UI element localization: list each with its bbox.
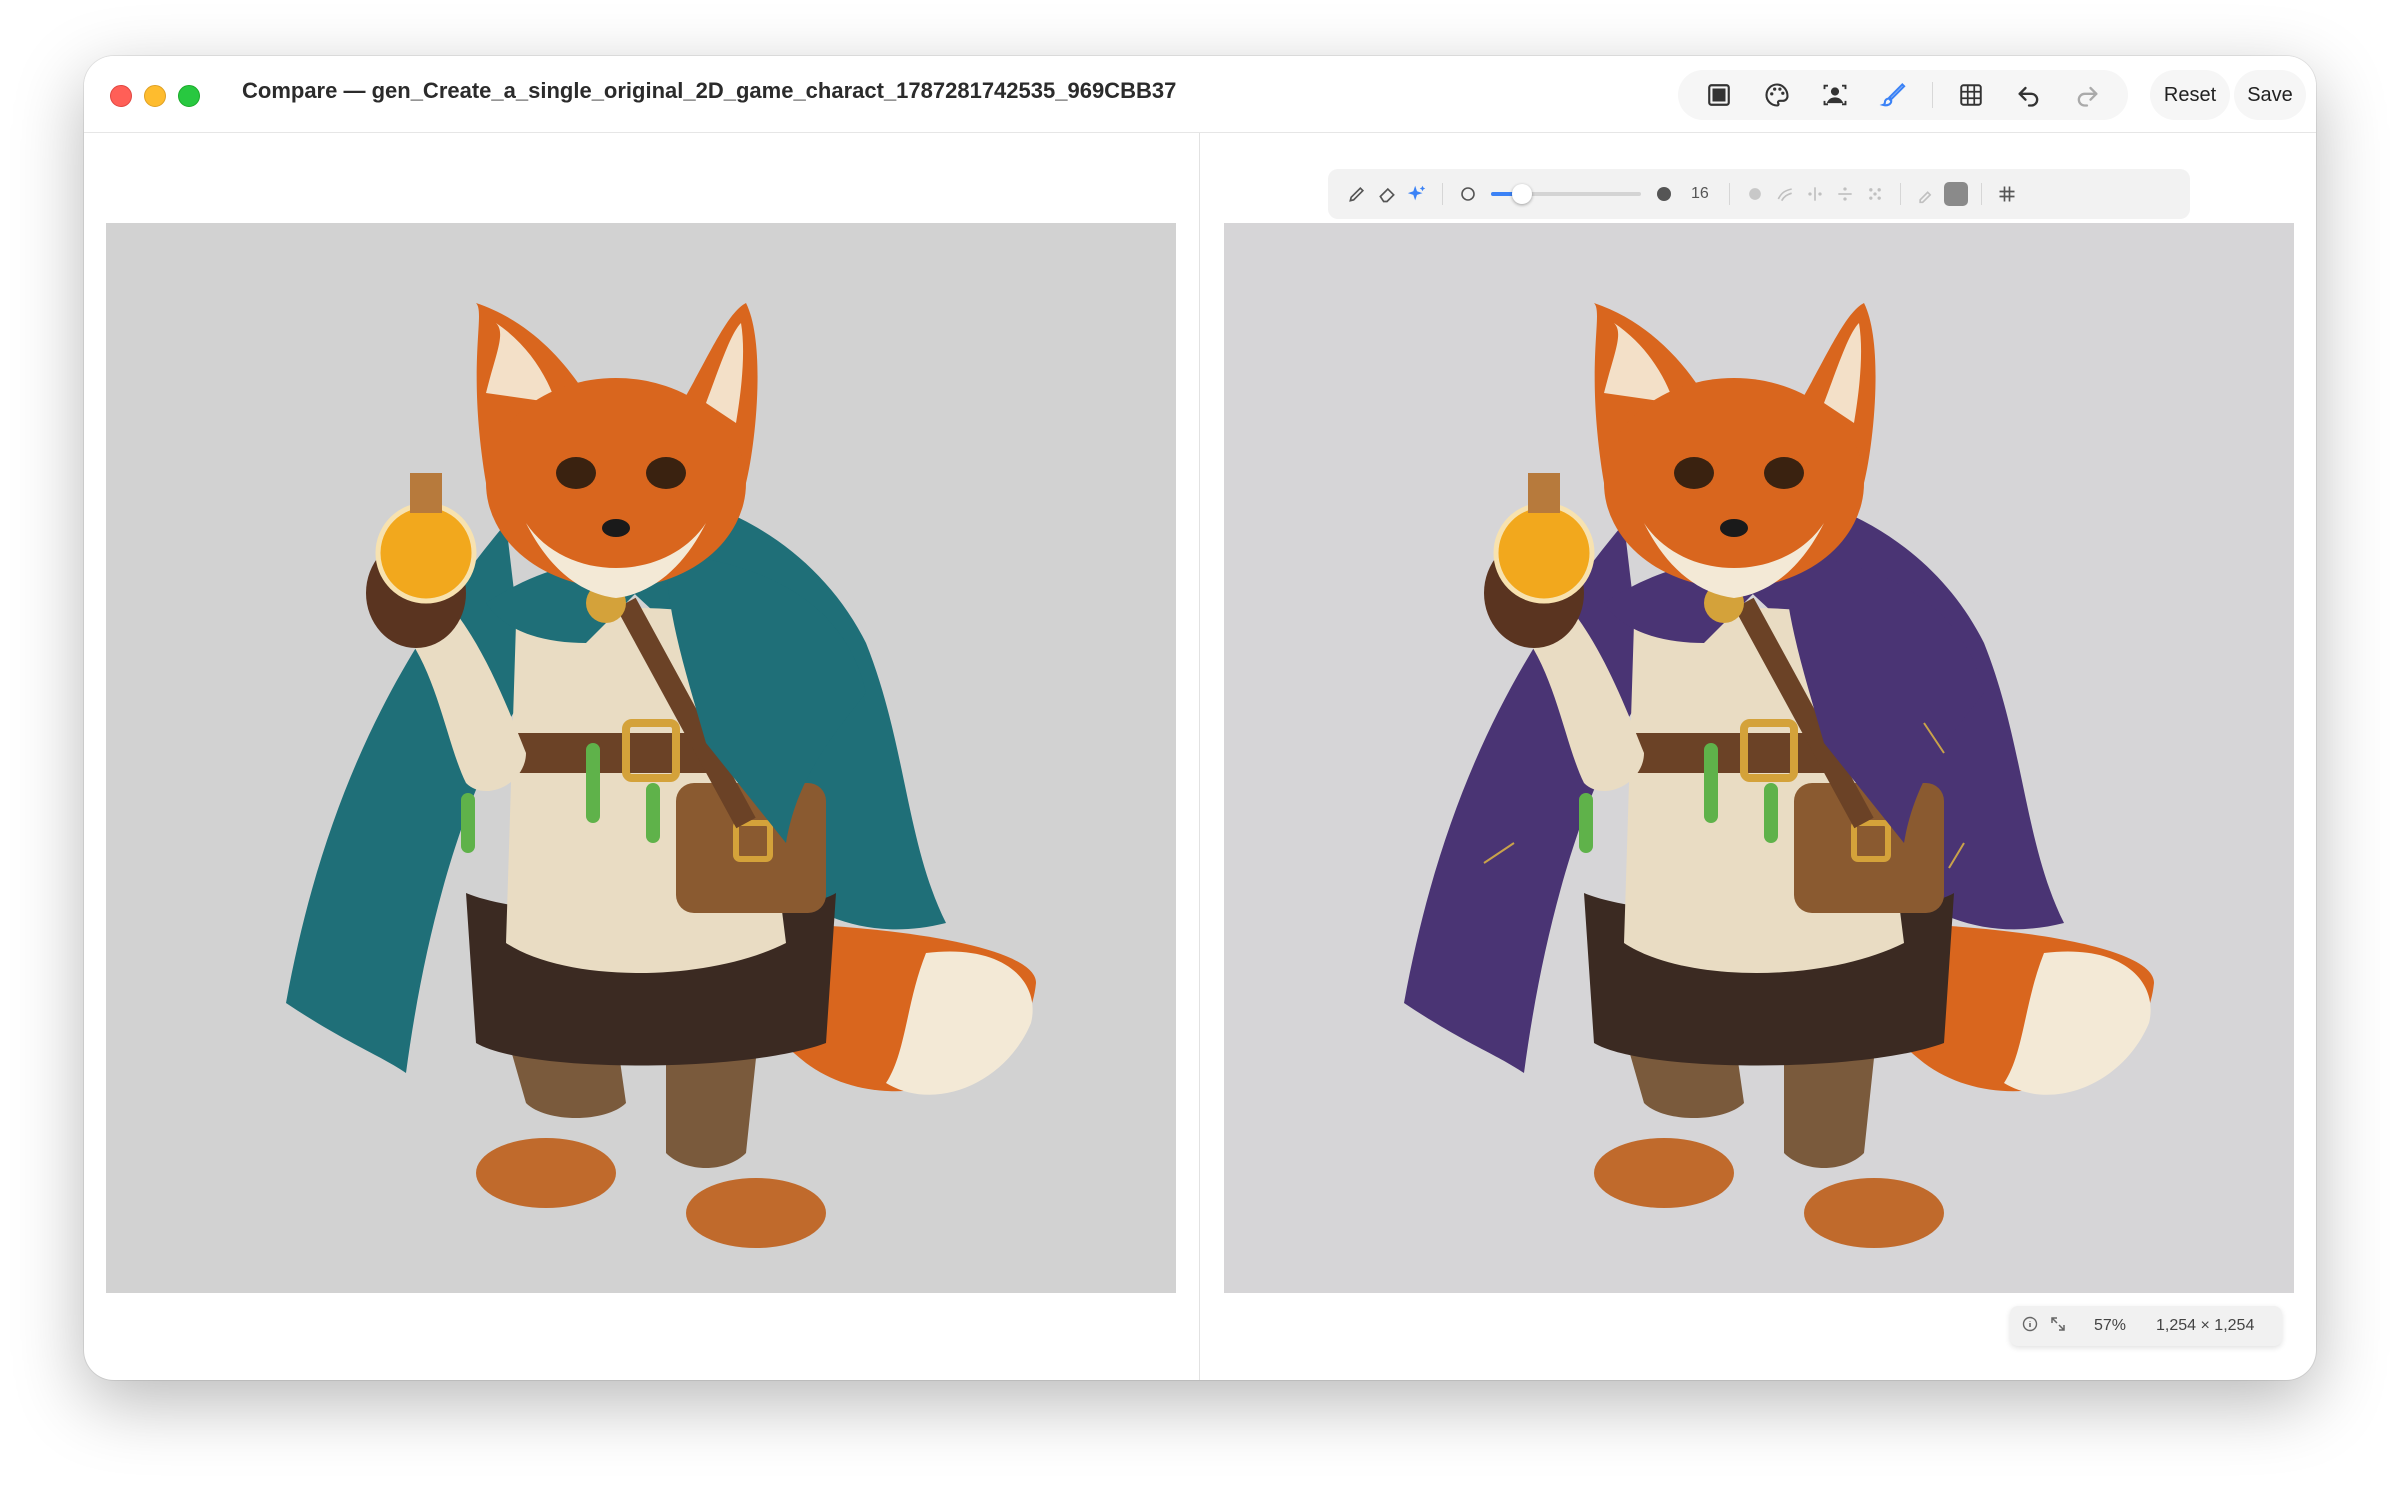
fox-character-teal-cloak (106, 223, 1176, 1293)
undo-icon (2018, 86, 2039, 107)
reset-button[interactable]: Reset (2150, 70, 2230, 120)
redo-button[interactable] (2067, 75, 2107, 115)
brush-size-value: 16 (1691, 185, 1709, 202)
title-bar: Compare — gen_Create_a_single_original_2… (84, 56, 2316, 133)
small-brush-size[interactable] (1453, 179, 1483, 209)
magic-tool[interactable] (1402, 179, 1432, 209)
pencil-tool[interactable] (1342, 179, 1372, 209)
mirror-horizontal-tool[interactable] (1800, 179, 1830, 209)
large-brush-size[interactable] (1649, 179, 1679, 209)
info-icon[interactable] (2022, 1316, 2038, 1337)
undo-button[interactable] (2009, 75, 2049, 115)
slider-knob[interactable] (1511, 184, 1532, 204)
small-circle-icon (1461, 187, 1475, 201)
tool-separator (1442, 183, 1443, 205)
eraser-tool[interactable] (1372, 179, 1402, 209)
scatter-tool[interactable] (1860, 179, 1890, 209)
grid-button[interactable] (1951, 75, 1991, 115)
grid-overlay-tool[interactable] (1992, 179, 2022, 209)
smudge-tool[interactable] (1770, 179, 1800, 209)
image-dimensions: 1,254 × 1,254 (2156, 1317, 2255, 1334)
blur-icon (1748, 188, 1761, 200)
zoom-button[interactable] (178, 85, 200, 107)
brush-button[interactable] (1873, 75, 1913, 115)
fit-icon[interactable] (2050, 1316, 2066, 1337)
tool-separator (1899, 183, 1901, 205)
pencil-icon (1349, 186, 1365, 202)
palette-icon (1765, 83, 1789, 107)
window-title: Compare — gen_Create_a_single_original_2… (242, 78, 1177, 103)
grid-icon (1959, 84, 1982, 106)
save-button[interactable]: Save (2234, 70, 2306, 120)
edited-image (1224, 223, 2294, 1293)
tool-separator (1728, 183, 1730, 205)
compare-window: Compare — gen_Create_a_single_original_2… (84, 56, 2316, 1380)
brush-tool-bar: 16 (1328, 169, 2190, 219)
brush-icon (1879, 83, 1907, 107)
toolbar-separator (1931, 82, 1933, 108)
mirror-vertical-icon (1838, 187, 1852, 201)
eyedropper-tool[interactable] (1911, 179, 1941, 209)
tool-separator (1980, 183, 1982, 205)
mirror-horizontal-icon (1808, 187, 1822, 201)
original-image (106, 223, 1176, 1293)
blur-tool[interactable] (1740, 179, 1770, 209)
pane-divider (1199, 133, 1200, 1380)
redo-icon (2077, 86, 2098, 107)
portrait-button[interactable] (1815, 75, 1855, 115)
fox-character-purple-cloak (1224, 223, 2294, 1293)
single-view-icon (1708, 84, 1730, 106)
view-toolbar (1678, 70, 2128, 120)
status-bar: 57% 1,254 × 1,254 (2010, 1306, 2282, 1346)
hashtag-grid-icon (1999, 186, 2015, 202)
sparkle-icon (1407, 185, 1426, 201)
palette-button[interactable] (1757, 75, 1797, 115)
eyedropper-icon (1919, 191, 1932, 204)
color-swatch-button[interactable] (1941, 179, 1971, 209)
single-view-button[interactable] (1699, 75, 1739, 115)
large-circle-icon (1657, 187, 1671, 201)
zoom-level: 57% (2094, 1317, 2127, 1334)
brush-size-slider[interactable] (1491, 184, 1641, 204)
close-button[interactable] (110, 85, 132, 107)
minimize-button[interactable] (144, 85, 166, 107)
mirror-vertical-tool[interactable] (1830, 179, 1860, 209)
color-swatch (1943, 182, 1968, 206)
scatter-icon (1868, 188, 1881, 200)
portrait-icon (1823, 84, 1847, 106)
eraser-icon (1379, 187, 1395, 203)
smudge-icon (1777, 188, 1792, 202)
